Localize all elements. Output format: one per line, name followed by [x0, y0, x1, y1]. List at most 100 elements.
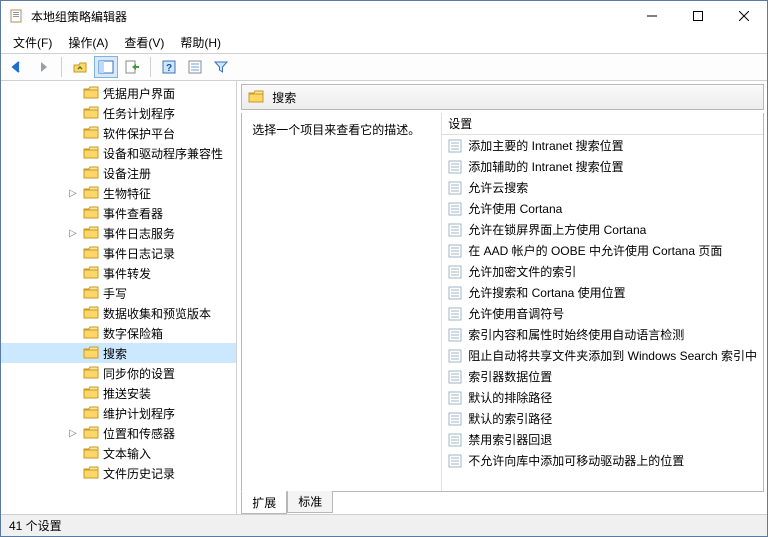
menu-action[interactable]: 操作(A)	[60, 32, 116, 53]
tree-item-label: 数字保险箱	[103, 325, 163, 342]
tree-item-label: 搜索	[103, 345, 127, 362]
svg-text:?: ?	[166, 63, 172, 74]
folder-icon	[83, 445, 99, 461]
tree-item[interactable]: 凭据用户界面	[1, 83, 237, 103]
minimize-button[interactable]	[629, 1, 675, 31]
settings-column-label: 设置	[448, 115, 472, 132]
properties-button[interactable]	[183, 56, 207, 78]
tree-item[interactable]: 事件转发	[1, 263, 237, 283]
list-item[interactable]: 阻止自动将共享文件夹添加到 Windows Search 索引中	[442, 345, 763, 366]
list-item[interactable]: 索引内容和属性时始终使用自动语言检测	[442, 324, 763, 345]
policy-icon	[448, 454, 462, 468]
policy-icon	[448, 286, 462, 300]
folder-icon	[83, 105, 99, 121]
list-item-label: 索引内容和属性时始终使用自动语言检测	[468, 326, 684, 343]
folder-icon	[83, 245, 99, 261]
list-item-label: 不允许向库中添加可移动驱动器上的位置	[468, 452, 684, 469]
tree-item-label: 位置和传感器	[103, 425, 175, 442]
folder-icon	[83, 365, 99, 381]
policy-icon	[448, 307, 462, 321]
description-text: 选择一个项目来查看它的描述。	[252, 123, 420, 137]
expand-icon[interactable]: ▷	[67, 188, 79, 199]
menu-bar: 文件(F) 操作(A) 查看(V) 帮助(H)	[1, 31, 767, 53]
folder-icon	[83, 465, 99, 481]
tree-item-label: 生物特征	[103, 185, 151, 202]
expand-icon[interactable]: ▷	[67, 428, 79, 439]
filter-button[interactable]	[209, 56, 233, 78]
settings-column-header[interactable]: 设置	[442, 113, 763, 135]
list-item[interactable]: 允许云搜索	[442, 177, 763, 198]
list-item[interactable]: 不允许向库中添加可移动驱动器上的位置	[442, 450, 763, 471]
tree-item[interactable]: 设备和驱动程序兼容性	[1, 143, 237, 163]
content-body: 选择一个项目来查看它的描述。 设置 添加主要的 Intranet 搜索位置添加辅…	[241, 113, 764, 492]
tree-item[interactable]: 手写	[1, 283, 237, 303]
tree-item-label: 凭据用户界面	[103, 85, 175, 102]
tree-item[interactable]: 事件日志记录	[1, 243, 237, 263]
export-button[interactable]	[120, 56, 144, 78]
menu-file[interactable]: 文件(F)	[5, 32, 60, 53]
forward-button[interactable]	[31, 56, 55, 78]
tree-item[interactable]: 事件查看器	[1, 203, 237, 223]
tree-item[interactable]: ▷ 生物特征	[1, 183, 237, 203]
policy-icon	[448, 349, 462, 363]
policy-icon	[448, 433, 462, 447]
policy-icon	[448, 265, 462, 279]
tree-item[interactable]: 同步你的设置	[1, 363, 237, 383]
toolbar: ?	[1, 53, 767, 81]
close-button[interactable]	[721, 1, 767, 31]
list-item[interactable]: 允许搜索和 Cortana 使用位置	[442, 282, 763, 303]
tab-extended[interactable]: 扩展	[241, 491, 287, 514]
tree-item[interactable]: 设备注册	[1, 163, 237, 183]
help-button[interactable]: ?	[157, 56, 181, 78]
expand-icon[interactable]: ▷	[67, 228, 79, 239]
list-item[interactable]: 允许使用 Cortana	[442, 198, 763, 219]
toolbar-separator	[61, 57, 62, 77]
list-item[interactable]: 默认的排除路径	[442, 387, 763, 408]
list-item-label: 默认的索引路径	[468, 410, 552, 427]
list-item-label: 阻止自动将共享文件夹添加到 Windows Search 索引中	[468, 347, 757, 364]
list-item[interactable]: 禁用索引器回退	[442, 429, 763, 450]
show-hide-tree-button[interactable]	[94, 56, 118, 78]
folder-icon	[83, 285, 99, 301]
list-item[interactable]: 添加辅助的 Intranet 搜索位置	[442, 156, 763, 177]
tree-item[interactable]: 推送安装	[1, 383, 237, 403]
up-button[interactable]	[68, 56, 92, 78]
list-item[interactable]: 索引器数据位置	[442, 366, 763, 387]
tree-item-label: 设备注册	[103, 165, 151, 182]
list-item[interactable]: 添加主要的 Intranet 搜索位置	[442, 135, 763, 156]
menu-help[interactable]: 帮助(H)	[172, 32, 229, 53]
tree-item[interactable]: 搜索	[1, 343, 237, 363]
tree-item-label: 文件历史记录	[103, 465, 175, 482]
tree-item[interactable]: 维护计划程序	[1, 403, 237, 423]
tree-item-label: 维护计划程序	[103, 405, 175, 422]
tree-item[interactable]: 软件保护平台	[1, 123, 237, 143]
list-item-label: 在 AAD 帐户的 OOBE 中允许使用 Cortana 页面	[468, 242, 722, 259]
tree-item[interactable]: 数字保险箱	[1, 323, 237, 343]
tree-item[interactable]: 文件历史记录	[1, 463, 237, 483]
list-item[interactable]: 在 AAD 帐户的 OOBE 中允许使用 Cortana 页面	[442, 240, 763, 261]
settings-list[interactable]: 设置 添加主要的 Intranet 搜索位置添加辅助的 Intranet 搜索位…	[442, 113, 763, 491]
list-item-label: 允许在锁屏界面上方使用 Cortana	[468, 221, 646, 238]
policy-icon	[448, 244, 462, 258]
tree-item-label: 文本输入	[103, 445, 151, 462]
list-item[interactable]: 允许在锁屏界面上方使用 Cortana	[442, 219, 763, 240]
maximize-button[interactable]	[675, 1, 721, 31]
tree-pane[interactable]: 凭据用户界面任务计划程序软件保护平台设备和驱动程序兼容性设备注册 ▷ 生物特征事件查…	[1, 81, 237, 514]
tree-item[interactable]: ▷ 位置和传感器	[1, 423, 237, 443]
list-item[interactable]: 默认的索引路径	[442, 408, 763, 429]
tree-item[interactable]: 数据收集和预览版本	[1, 303, 237, 323]
back-button[interactable]	[5, 56, 29, 78]
list-item[interactable]: 允许使用音调符号	[442, 303, 763, 324]
menu-view[interactable]: 查看(V)	[116, 32, 172, 53]
list-item[interactable]: 允许加密文件的索引	[442, 261, 763, 282]
tree-item[interactable]: 文本输入	[1, 443, 237, 463]
policy-icon	[448, 370, 462, 384]
tree-item-label: 设备和驱动程序兼容性	[103, 145, 223, 162]
tab-standard[interactable]: 标准	[287, 491, 333, 513]
folder-icon	[83, 385, 99, 401]
policy-icon	[448, 412, 462, 426]
tree-item[interactable]: 任务计划程序	[1, 103, 237, 123]
window-title: 本地组策略编辑器	[31, 8, 127, 25]
tree-item[interactable]: ▷事件日志服务	[1, 223, 237, 243]
tree-item-label: 任务计划程序	[103, 105, 175, 122]
